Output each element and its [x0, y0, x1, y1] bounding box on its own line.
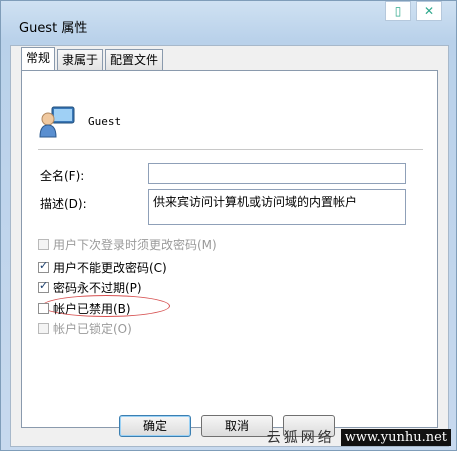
- account-disabled-checkbox[interactable]: 帐户已禁用(B): [38, 300, 131, 317]
- description-field[interactable]: 供来宾访问计算机或访问域的内置帐户: [148, 189, 406, 225]
- cancel-button[interactable]: 取消: [201, 415, 273, 437]
- checkbox-label: 用户下次登录时须更改密码(M): [53, 238, 217, 252]
- watermark-url: www.yunhu.net: [340, 428, 451, 446]
- tab-member-of[interactable]: 隶属于: [57, 49, 104, 70]
- phone-icon[interactable]: ▯: [385, 1, 411, 21]
- checkbox-box[interactable]: [38, 259, 49, 273]
- tab-strip: 常规 隶属于 配置文件: [21, 47, 165, 70]
- tab-general[interactable]: 常规: [21, 47, 56, 70]
- checkbox-box[interactable]: [38, 323, 49, 334]
- user-computer-icon: [39, 106, 75, 138]
- checkbox-label: 密码永不过期(P): [53, 281, 142, 295]
- username-label: Guest: [88, 115, 122, 128]
- checkbox-box[interactable]: [38, 303, 49, 314]
- fullname-label: 全名(F):: [40, 169, 85, 183]
- ok-button[interactable]: 确定: [119, 415, 191, 437]
- properties-dialog: Guest 属性 ▯ ✕ 常规 隶属于 配置文件 Guest 全名(F): 描述…: [0, 0, 457, 451]
- checkbox-label: 用户不能更改密码(C): [53, 261, 167, 275]
- description-label: 描述(D):: [40, 197, 87, 211]
- fullname-field[interactable]: [148, 163, 406, 184]
- cannot-change-password-checkbox[interactable]: 用户不能更改密码(C): [38, 259, 167, 276]
- checkbox-box[interactable]: [38, 239, 49, 250]
- checkbox-label: 帐户已锁定(O): [53, 322, 132, 336]
- expand-icon[interactable]: ✕: [416, 1, 442, 21]
- watermark: 云狐网络 www.yunhu.net: [267, 427, 451, 447]
- account-locked-checkbox[interactable]: 帐户已锁定(O): [38, 320, 132, 337]
- checkbox-label: 帐户已禁用(B): [53, 302, 131, 316]
- checkbox-box[interactable]: [38, 279, 49, 293]
- must-change-password-checkbox[interactable]: 用户下次登录时须更改密码(M): [38, 236, 217, 253]
- dialog-body: 常规 隶属于 配置文件 Guest 全名(F): 描述(D): 供来宾访问计算机…: [10, 45, 449, 447]
- general-panel: Guest 全名(F): 描述(D): 供来宾访问计算机或访问域的内置帐户 用户…: [21, 70, 438, 428]
- window-title: Guest 属性: [19, 21, 88, 36]
- watermark-name: 云狐网络: [266, 430, 335, 446]
- tab-profile[interactable]: 配置文件: [105, 49, 164, 70]
- divider: [38, 149, 423, 150]
- password-never-expires-checkbox[interactable]: 密码永不过期(P): [38, 279, 142, 296]
